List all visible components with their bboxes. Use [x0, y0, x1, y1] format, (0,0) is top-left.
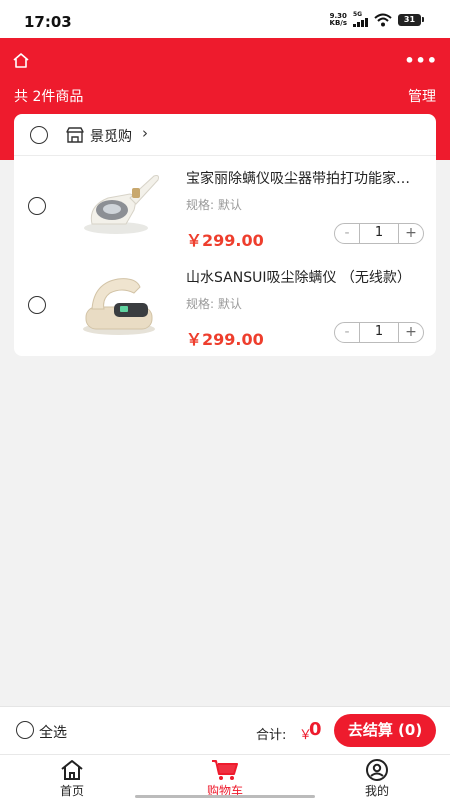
chevron-right-icon[interactable]: ›	[142, 124, 148, 142]
net-speed: 9.30 KB/s	[329, 11, 347, 27]
cart-icon	[212, 760, 238, 780]
more-icon[interactable]: •••	[404, 51, 438, 70]
item-spec: 规格: 默认	[186, 297, 242, 311]
product-image-sansui-vacuum[interactable]	[74, 265, 164, 345]
store-row: 景觅购 ›	[14, 114, 436, 156]
select-all-label[interactable]: 全选	[39, 722, 67, 742]
item-price: ￥299.00	[186, 231, 264, 250]
home-icon[interactable]	[12, 52, 30, 70]
wifi-icon	[374, 13, 392, 26]
quantity-input[interactable]: 1	[359, 223, 399, 244]
quantity-stepper: - 1 +	[334, 223, 424, 244]
item-title[interactable]: 宝家丽除螨仪吸尘器带拍打功能家用床上小型除螨机	[186, 168, 422, 188]
tab-home-label: 首页	[59, 784, 84, 798]
store-name-link[interactable]: 景觅购	[90, 126, 132, 146]
manage-button[interactable]: 管理	[408, 86, 436, 106]
product-image-mite-vacuum[interactable]	[74, 166, 164, 246]
total-label: 合计:	[256, 728, 287, 743]
cart-store-card: 景觅购 › 宝家丽除螨仪吸尘器带拍打功能家用床上小型除螨机 规格: 默认 ￥29…	[14, 114, 436, 356]
total-value: 0	[309, 719, 322, 740]
quantity-input[interactable]: 1	[359, 322, 399, 343]
decrease-button[interactable]: -	[335, 323, 359, 342]
cart-item[interactable]: 山水SANSUI吸尘除螨仪 （无线款） 规格: 默认 ￥299.00 - 1 +	[14, 255, 436, 355]
store-icon	[66, 127, 84, 143]
tab-mine[interactable]: 我的	[332, 757, 422, 800]
item-title[interactable]: 山水SANSUI吸尘除螨仪 （无线款）	[186, 267, 422, 287]
checkout-bar: 全选 合计: ￥ 0 去结算 (0)	[0, 706, 450, 754]
status-time: 17:03	[24, 13, 72, 31]
cart-item[interactable]: 宝家丽除螨仪吸尘器带拍打功能家用床上小型除螨机 规格: 默认 ￥299.00 -…	[14, 156, 436, 256]
increase-button[interactable]: +	[399, 224, 423, 243]
decrease-button[interactable]: -	[335, 224, 359, 243]
home-icon	[61, 760, 83, 780]
item-price: ￥299.00	[186, 330, 264, 349]
select-all-radio[interactable]	[16, 721, 34, 739]
home-indicator	[135, 795, 315, 798]
user-icon	[366, 759, 388, 781]
battery-icon: 31	[398, 13, 424, 26]
tab-mine-label: 我的	[364, 784, 389, 798]
tab-cart[interactable]: 购物车	[180, 757, 270, 800]
cellular-signal-icon: 5G	[353, 12, 368, 27]
status-indicators: 9.30 KB/s 5G 31	[330, 12, 424, 27]
store-select-radio[interactable]	[30, 126, 48, 144]
quantity-stepper: - 1 +	[334, 322, 424, 343]
status-bar: 17:03 9.30 KB/s 5G 31	[0, 0, 450, 38]
item-select-radio[interactable]	[28, 197, 46, 215]
item-spec: 规格: 默认	[186, 198, 242, 212]
tab-home[interactable]: 首页	[27, 757, 117, 800]
item-count-text: 共 2件商品	[14, 89, 84, 105]
increase-button[interactable]: +	[399, 323, 423, 342]
item-select-radio[interactable]	[28, 296, 46, 314]
tab-bar: 首页 购物车 我的	[0, 754, 450, 800]
checkout-button[interactable]: 去结算 (0)	[334, 714, 436, 747]
